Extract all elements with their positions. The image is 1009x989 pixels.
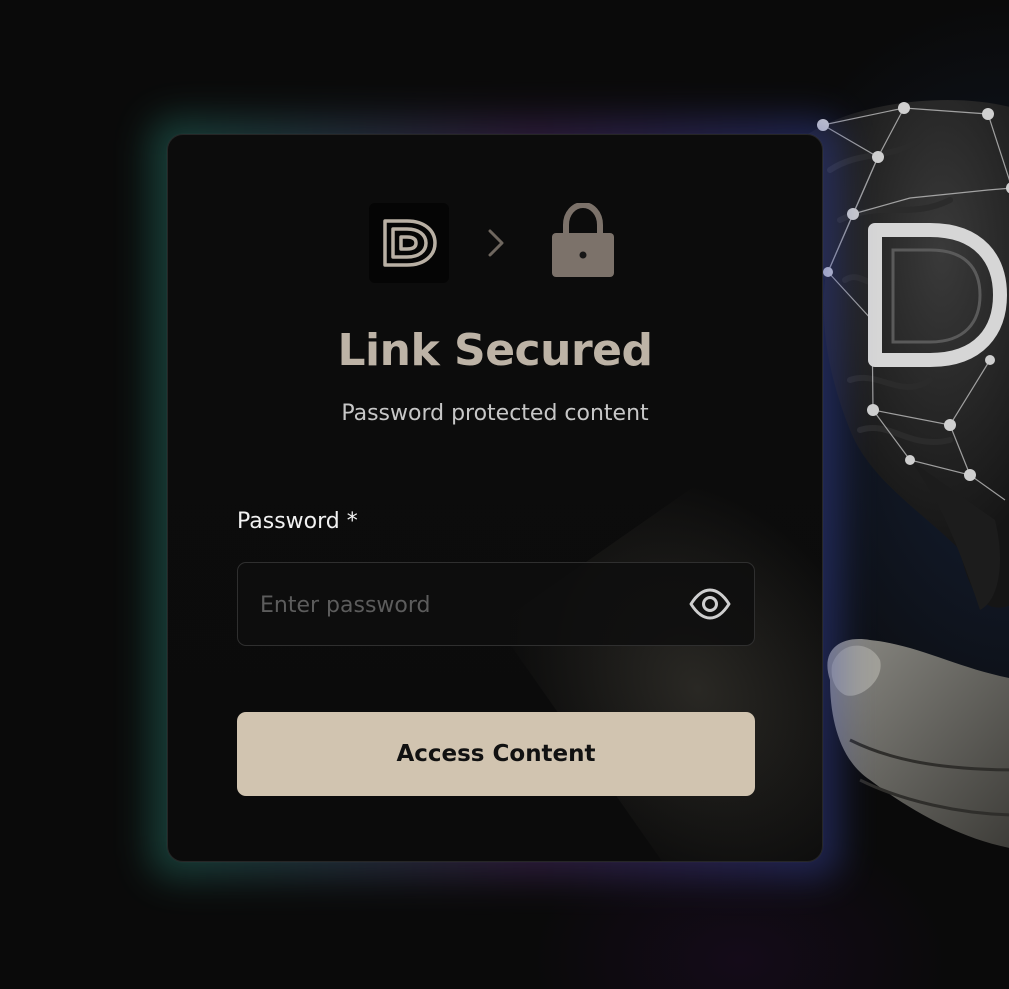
lock-icon [552, 203, 614, 277]
card-sheen [496, 441, 822, 861]
d-logo-icon [369, 203, 449, 283]
password-input[interactable] [258, 563, 682, 647]
page-title: Link Secured [337, 325, 654, 376]
eye-icon[interactable] [688, 587, 732, 621]
page-background: Link Secured Password protected content … [0, 0, 1009, 989]
icon-row [168, 203, 822, 283]
password-label: Password * [237, 509, 358, 534]
password-card: Link Secured Password protected content … [167, 134, 823, 862]
access-content-button[interactable]: Access Content [237, 712, 755, 796]
page-subtitle: Password protected content [341, 401, 649, 426]
password-field[interactable] [237, 562, 755, 647]
chevron-right-icon [488, 229, 504, 257]
